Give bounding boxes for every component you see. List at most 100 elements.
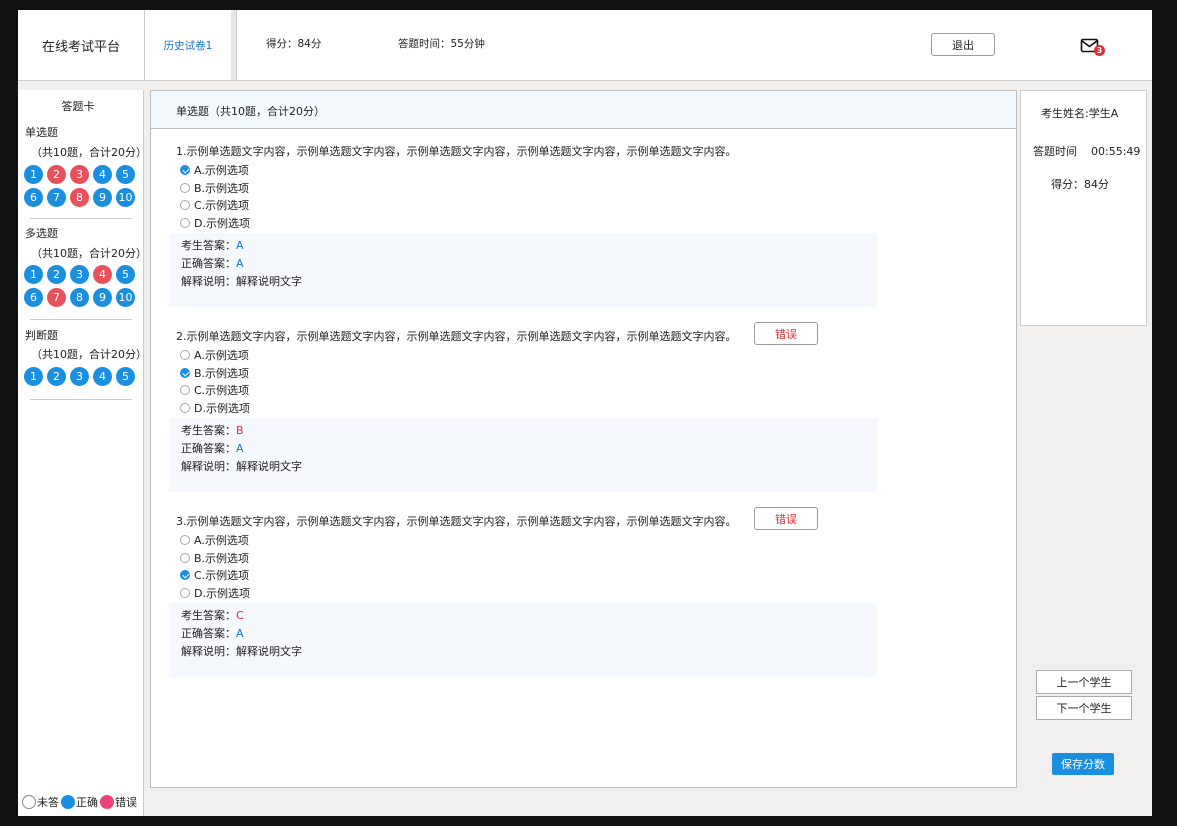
section-sub-single: （共10题，合计20分） bbox=[31, 146, 147, 159]
verdict-button[interactable]: 错误 bbox=[754, 322, 818, 345]
radio-icon[interactable] bbox=[180, 367, 190, 378]
tab-history-paper[interactable]: 历史试卷1 bbox=[145, 10, 232, 80]
radio-icon[interactable] bbox=[180, 535, 190, 545]
question-number-button[interactable]: 5 bbox=[116, 265, 135, 284]
header-divider bbox=[231, 10, 237, 80]
question-number-button[interactable]: 6 bbox=[24, 188, 43, 207]
correct-answer-line: 正确答案：A bbox=[181, 440, 244, 456]
section-divider bbox=[30, 399, 132, 400]
question-number-button[interactable]: 1 bbox=[24, 367, 43, 386]
correct-answer-label: 正确答案： bbox=[181, 442, 236, 455]
question-number-button[interactable]: 3 bbox=[70, 165, 89, 184]
exit-button[interactable]: 退出 bbox=[931, 33, 995, 56]
question-number-button[interactable]: 4 bbox=[93, 265, 112, 284]
section-divider bbox=[30, 218, 132, 219]
student-answer-line: 考生答案：A bbox=[181, 237, 244, 253]
option-row[interactable]: A.示例选项 bbox=[180, 532, 249, 548]
mail-count-badge: 3 bbox=[1094, 45, 1105, 56]
radio-icon[interactable] bbox=[180, 552, 190, 563]
explanation-value: 解释说明文字 bbox=[236, 645, 302, 658]
question-number-button[interactable]: 5 bbox=[116, 367, 135, 386]
option-row[interactable]: C.示例选项 bbox=[180, 197, 249, 213]
question-number-button[interactable]: 2 bbox=[47, 367, 66, 386]
correct-legend-icon bbox=[61, 795, 75, 809]
radio-icon[interactable] bbox=[180, 217, 190, 228]
radio-icon[interactable] bbox=[180, 587, 190, 598]
option-row[interactable]: C.示例选项 bbox=[180, 382, 249, 398]
unanswered-legend-icon bbox=[22, 795, 36, 809]
question-number-button[interactable]: 8 bbox=[70, 188, 89, 207]
correct-answer-label: 正确答案： bbox=[181, 257, 236, 270]
question-number-button[interactable]: 5 bbox=[116, 165, 135, 184]
option-row[interactable]: B.示例选项 bbox=[180, 180, 249, 196]
question-number-button[interactable]: 10 bbox=[116, 288, 135, 307]
student-answer-time: 答题时间 00:55:49 bbox=[1033, 143, 1140, 159]
radio-icon[interactable] bbox=[180, 385, 190, 395]
question-number-button[interactable]: 7 bbox=[47, 188, 66, 207]
option-row[interactable]: A.示例选项 bbox=[180, 162, 249, 178]
question-number-button[interactable]: 6 bbox=[24, 288, 43, 307]
option-label: A.示例选项 bbox=[194, 349, 249, 362]
question-number-button[interactable]: 2 bbox=[47, 265, 66, 284]
option-row[interactable]: B.示例选项 bbox=[180, 550, 249, 566]
explanation-value: 解释说明文字 bbox=[236, 460, 302, 473]
radio-icon[interactable] bbox=[180, 200, 190, 210]
option-label: D.示例选项 bbox=[194, 586, 250, 600]
question-number-button[interactable]: 7 bbox=[47, 288, 66, 307]
next-student-button[interactable]: 下一个学生 bbox=[1036, 696, 1132, 720]
answer-time-value: 00:55:49 bbox=[1091, 145, 1141, 158]
prev-student-button[interactable]: 上一个学生 bbox=[1036, 670, 1132, 694]
option-row[interactable]: A.示例选项 bbox=[180, 347, 249, 363]
explanation-value: 解释说明文字 bbox=[236, 275, 302, 288]
question-number-button[interactable]: 9 bbox=[93, 288, 112, 307]
student-name: 考生姓名:学生A bbox=[1041, 107, 1119, 120]
platform-title: 在线考试平台 bbox=[18, 10, 145, 80]
radio-icon[interactable] bbox=[180, 402, 190, 413]
explanation-line: 解释说明：解释说明文字 bbox=[181, 458, 302, 474]
correct-answer-value: A bbox=[236, 627, 244, 640]
question-number-button[interactable]: 1 bbox=[24, 265, 43, 284]
option-row[interactable]: D.示例选项 bbox=[180, 400, 250, 416]
wrong-legend-icon bbox=[100, 795, 114, 809]
question-number-button[interactable]: 8 bbox=[70, 288, 89, 307]
student-answer-value: A bbox=[236, 239, 244, 252]
question-number-button[interactable]: 4 bbox=[93, 165, 112, 184]
question-number-button[interactable]: 3 bbox=[70, 367, 89, 386]
legend-wrong-label: 错误 bbox=[115, 796, 137, 809]
answer-detail-box: 考生答案：B 正确答案：A 解释说明：解释说明文字 bbox=[169, 418, 877, 492]
answer-card-panel: 答题卡 单选题 （共10题，合计20分） 1 2 3 4 5 6 7 8 9 10 多选题 （共1… bbox=[18, 90, 147, 816]
section-sub-judge: （共10题，合计20分） bbox=[31, 348, 147, 361]
radio-icon[interactable] bbox=[180, 165, 190, 175]
radio-icon[interactable] bbox=[180, 570, 190, 580]
answer-card-title: 答题卡 bbox=[61, 100, 95, 113]
question-number-button[interactable]: 3 bbox=[70, 265, 89, 284]
answer-detail-box: 考生答案：C 正确答案：A 解释说明：解释说明文字 bbox=[169, 603, 877, 677]
section-sub-multi: （共10题，合计20分） bbox=[31, 247, 147, 260]
section-title-judge: 判断题 bbox=[25, 329, 58, 342]
radio-icon[interactable] bbox=[180, 350, 190, 360]
question-number-button[interactable]: 4 bbox=[93, 367, 112, 386]
question-number-button[interactable]: 9 bbox=[93, 188, 112, 207]
option-row[interactable]: B.示例选项 bbox=[180, 365, 249, 381]
exam-content-panel: 单选题（共10题，合计20分） 1.示例单选题文字内容，示例单选题文字内容，示例… bbox=[150, 90, 1017, 788]
option-row[interactable]: D.示例选项 bbox=[180, 585, 250, 601]
question-number-button[interactable]: 1 bbox=[24, 165, 43, 184]
correct-answer-value: A bbox=[236, 257, 244, 270]
save-score-button[interactable]: 保存分数 bbox=[1052, 753, 1114, 775]
option-label: B.示例选项 bbox=[194, 366, 250, 380]
answer-legend: 未答 正确 错误 bbox=[22, 794, 137, 810]
explanation-label: 解释说明： bbox=[181, 275, 236, 288]
option-row[interactable]: D.示例选项 bbox=[180, 215, 250, 231]
option-label: B.示例选项 bbox=[194, 551, 250, 565]
option-label: A.示例选项 bbox=[194, 164, 249, 177]
question-number-button[interactable]: 2 bbox=[47, 165, 66, 184]
correct-answer-line: 正确答案：A bbox=[181, 625, 244, 641]
verdict-button[interactable]: 错误 bbox=[754, 507, 818, 530]
question-number-button[interactable]: 10 bbox=[116, 188, 135, 207]
radio-icon[interactable] bbox=[180, 182, 190, 193]
option-label: C.示例选项 bbox=[194, 384, 250, 397]
header-answer-time: 答题时间：55分钟 bbox=[398, 38, 485, 50]
option-row[interactable]: C.示例选项 bbox=[180, 567, 249, 583]
student-info-panel: 考生姓名:学生A 答题时间 00:55:49 得分：84分 bbox=[1020, 90, 1147, 326]
correct-answer-value: A bbox=[236, 442, 244, 455]
